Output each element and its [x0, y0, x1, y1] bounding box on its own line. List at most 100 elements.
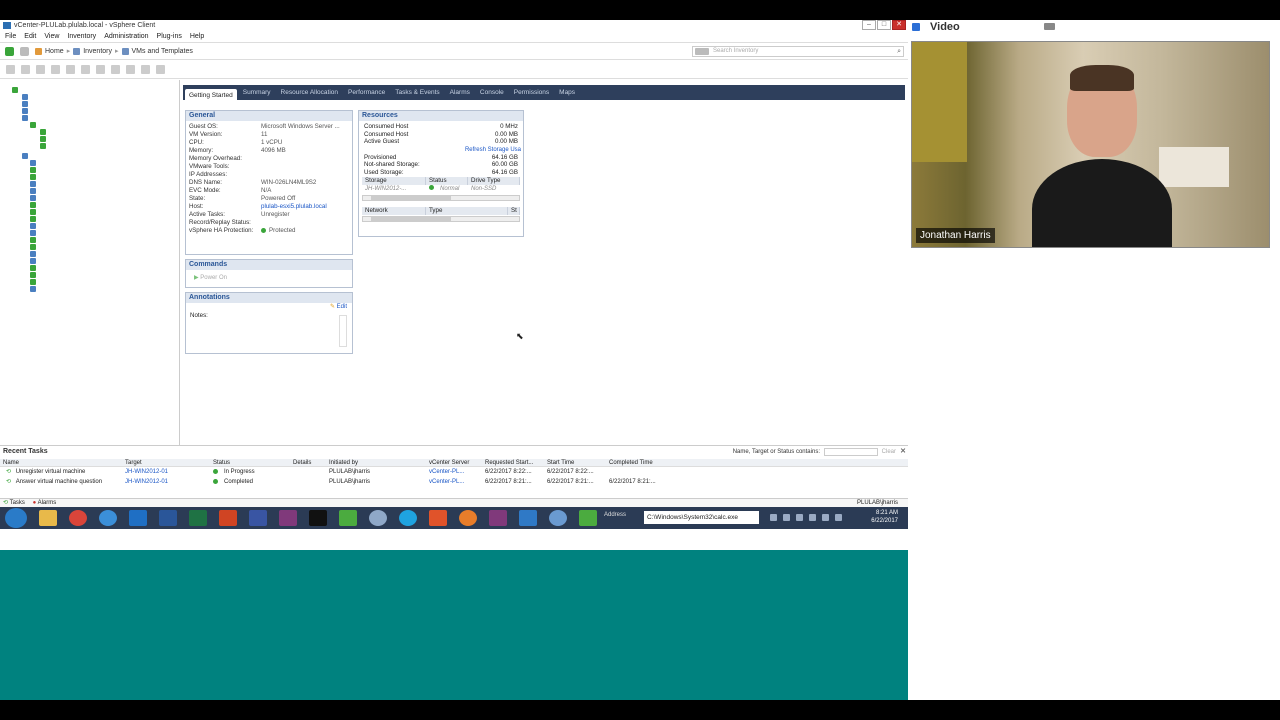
- search-inventory-input[interactable]: Search Inventory ⌕: [692, 46, 904, 57]
- breadcrumb-vms-templates[interactable]: VMs and Templates: [132, 48, 193, 55]
- console-icon[interactable]: [111, 64, 120, 74]
- powerpoint-icon[interactable]: [219, 510, 237, 526]
- revert-icon[interactable]: [81, 64, 90, 74]
- col-status[interactable]: Status: [210, 459, 290, 466]
- filter-label[interactable]: Name, Target or Status contains:: [733, 446, 820, 458]
- clear-filter-button[interactable]: Clear: [882, 446, 896, 458]
- reset-icon[interactable]: [51, 64, 60, 74]
- tree-node-icon[interactable]: [30, 216, 36, 222]
- close-button[interactable]: ✕: [892, 20, 906, 30]
- tree-node-icon[interactable]: [30, 223, 36, 229]
- tree-node-icon[interactable]: [30, 258, 36, 264]
- col-target[interactable]: Target: [122, 459, 210, 466]
- volume-icon[interactable]: [835, 514, 842, 521]
- col-name[interactable]: Name: [0, 459, 122, 466]
- menu-file[interactable]: File: [5, 31, 16, 42]
- tree-node-icon[interactable]: [30, 188, 36, 194]
- tab-maps[interactable]: Maps: [555, 86, 579, 99]
- back-icon[interactable]: [5, 46, 14, 56]
- power-on-icon[interactable]: [36, 64, 45, 74]
- camera-icon[interactable]: [1044, 23, 1055, 30]
- task-vcenter[interactable]: vCenter-PL...: [426, 467, 482, 477]
- ie-icon[interactable]: [99, 510, 117, 526]
- tree-node-icon[interactable]: [40, 143, 46, 149]
- tab-summary[interactable]: Summary: [239, 86, 275, 99]
- network-icon[interactable]: [519, 510, 537, 526]
- clock[interactable]: 8:21 AM 6/22/2017: [871, 509, 898, 525]
- tree-node-icon[interactable]: [30, 286, 36, 292]
- word-icon[interactable]: [159, 510, 177, 526]
- tab-alarms[interactable]: Alarms: [446, 86, 474, 99]
- tab-tasks-events[interactable]: Tasks & Events: [391, 86, 443, 99]
- tab-performance[interactable]: Performance: [344, 86, 389, 99]
- forward-icon[interactable]: [20, 46, 29, 56]
- onenote-icon[interactable]: [279, 510, 297, 526]
- storage-scrollbar[interactable]: [362, 194, 520, 201]
- col-type[interactable]: Type: [426, 206, 508, 215]
- tab-resource-allocation[interactable]: Resource Allocation: [277, 86, 342, 99]
- filter-input[interactable]: [824, 448, 878, 456]
- menu-inventory[interactable]: Inventory: [67, 31, 96, 42]
- snapshot-icon[interactable]: [66, 64, 75, 74]
- onenote2-icon[interactable]: [489, 510, 507, 526]
- notes-scrollbar[interactable]: [339, 315, 347, 347]
- tree-node-icon[interactable]: [30, 230, 36, 236]
- col-vcenter[interactable]: vCenter Server: [426, 459, 482, 466]
- outlook-icon[interactable]: [129, 510, 147, 526]
- search-icon[interactable]: ⌕: [897, 47, 901, 56]
- office-icon[interactable]: [429, 510, 447, 526]
- tree-node-icon[interactable]: [30, 202, 36, 208]
- tree-node-icon[interactable]: [22, 101, 28, 107]
- tree-node-icon[interactable]: [40, 136, 46, 142]
- task-target[interactable]: JH-WIN2012-01: [122, 477, 210, 487]
- col-status[interactable]: Status: [426, 176, 468, 185]
- tree-node-icon[interactable]: [22, 108, 28, 114]
- tree-node-icon[interactable]: [30, 160, 36, 166]
- refresh-storage-link[interactable]: Refresh Storage Usa: [359, 146, 523, 154]
- tree-node-icon[interactable]: [40, 129, 46, 135]
- visio-icon[interactable]: [249, 510, 267, 526]
- menu-help[interactable]: Help: [190, 31, 204, 42]
- search-scope-icon[interactable]: [695, 48, 709, 55]
- edit-annotations-link[interactable]: ✎ Edit: [186, 303, 352, 310]
- tree-node-icon[interactable]: [22, 153, 28, 159]
- col-completed-time[interactable]: Completed Time: [606, 459, 668, 466]
- start-button[interactable]: [5, 508, 27, 528]
- tasks-status-button[interactable]: ⟲ Tasks: [0, 500, 25, 506]
- col-requested-start[interactable]: Requested Start...: [482, 459, 544, 466]
- inventory-tree[interactable]: [0, 80, 180, 460]
- stack-icon[interactable]: [339, 510, 357, 526]
- tray-icon[interactable]: [796, 514, 803, 521]
- task-vcenter[interactable]: vCenter-PL...: [426, 477, 482, 487]
- menu-administration[interactable]: Administration: [104, 31, 148, 42]
- tree-node-icon[interactable]: [30, 122, 36, 128]
- tree-node-icon[interactable]: [30, 167, 36, 173]
- menu-plugins[interactable]: Plug-ins: [157, 31, 182, 42]
- storage-row[interactable]: JH-WIN2012-... Normal Non-SSD: [362, 185, 520, 194]
- minimize-button[interactable]: –: [862, 20, 876, 30]
- network-scrollbar[interactable]: [362, 215, 520, 222]
- settings-icon[interactable]: [156, 64, 165, 74]
- col-initiated-by[interactable]: Initiated by: [326, 459, 426, 466]
- tray-icon[interactable]: [770, 514, 777, 521]
- general-value[interactable]: plulab-esxi5.plulab.local: [261, 203, 327, 211]
- table-row[interactable]: ⟲ Unregister virtual machine JH-WIN2012-…: [0, 467, 908, 477]
- tree-node-icon[interactable]: [30, 181, 36, 187]
- skype-icon[interactable]: [399, 510, 417, 526]
- cmd-icon[interactable]: [309, 510, 327, 526]
- tree-node-icon[interactable]: [30, 174, 36, 180]
- tree-node-icon[interactable]: [30, 209, 36, 215]
- tree-node-icon[interactable]: [30, 279, 36, 285]
- tree-node-icon[interactable]: [30, 251, 36, 257]
- col-start-time[interactable]: Start Time: [544, 459, 606, 466]
- col-storage[interactable]: Storage: [362, 176, 426, 185]
- excel-icon[interactable]: [189, 510, 207, 526]
- network-tool-icon[interactable]: [369, 510, 387, 526]
- tab-getting-started[interactable]: Getting Started: [185, 89, 237, 100]
- chrome-icon[interactable]: [69, 510, 87, 526]
- app-orange-icon[interactable]: [459, 510, 477, 526]
- tree-node-icon[interactable]: [22, 94, 28, 100]
- suspend-icon[interactable]: [21, 64, 30, 74]
- address-input[interactable]: C:\Windows\System32\calc.exe: [644, 511, 759, 524]
- tree-node-icon[interactable]: [22, 115, 28, 121]
